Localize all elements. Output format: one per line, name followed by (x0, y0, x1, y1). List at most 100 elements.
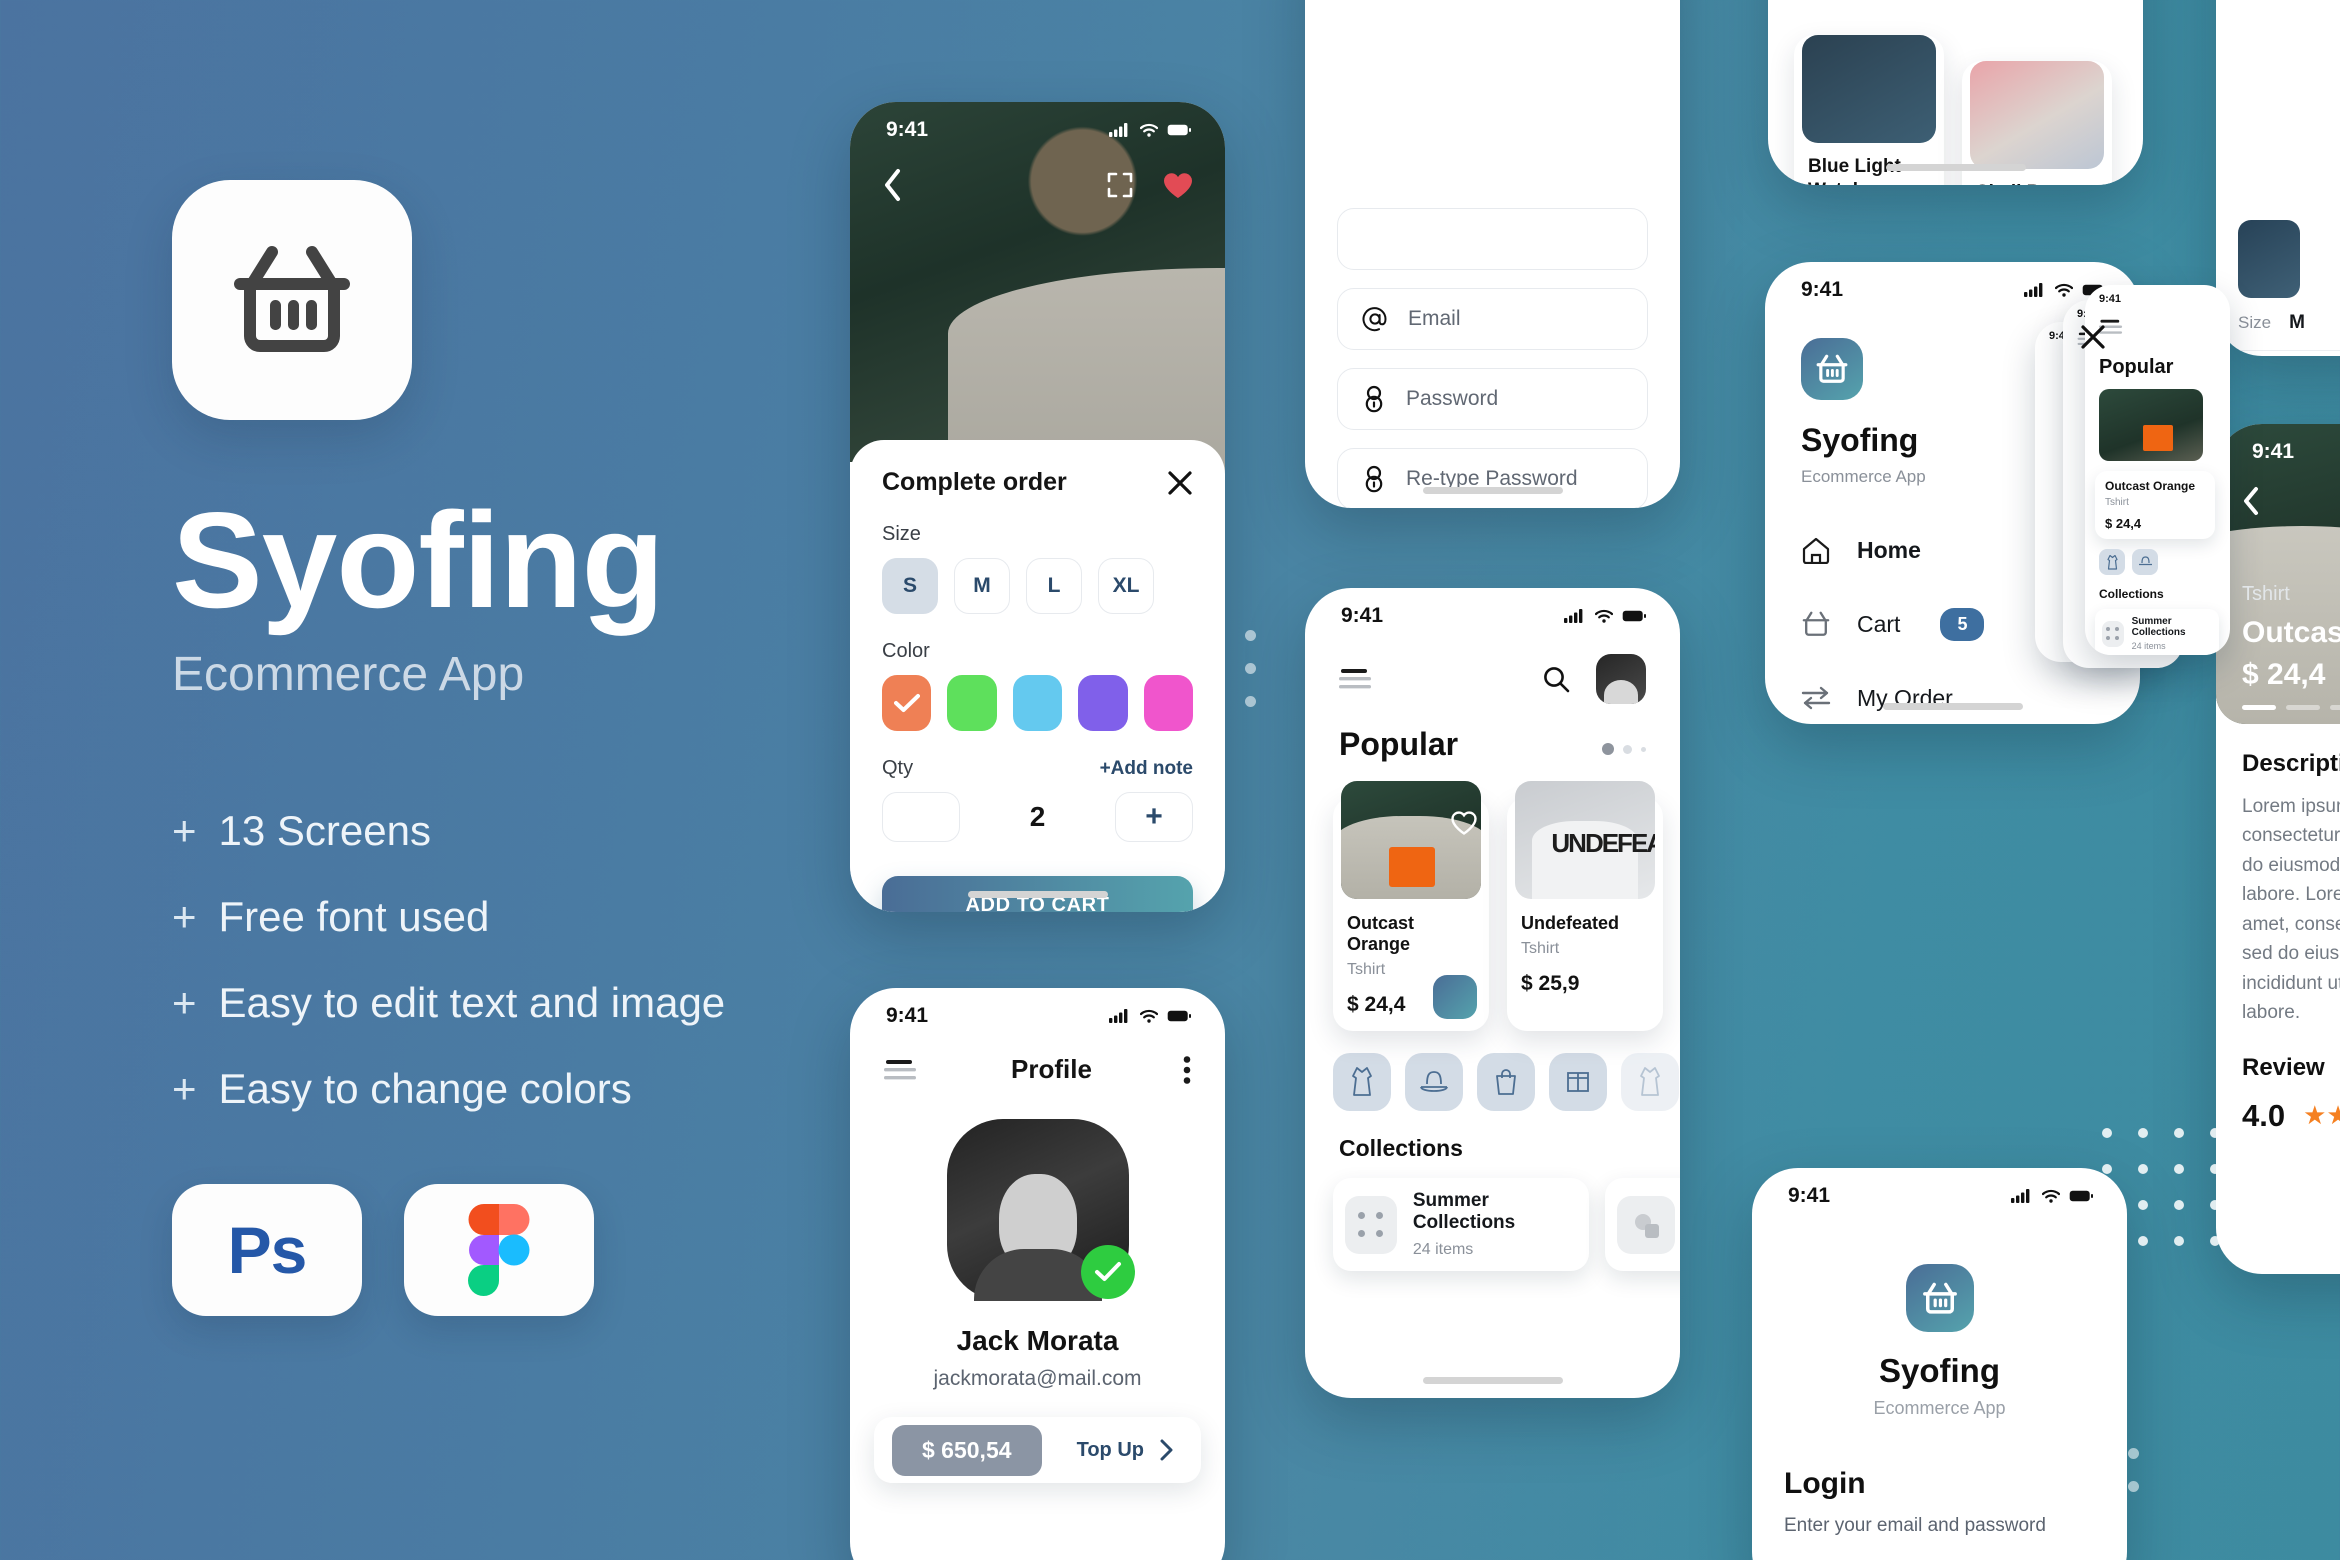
grid-dots-icon (2102, 620, 2124, 647)
pager-dot-1[interactable] (1602, 743, 1614, 755)
screen-home: 9:41 Popular Outcast Orange Tshirt $ 24,… (1305, 588, 1680, 1398)
product-card[interactable]: Outcast Orange Tshirt $ 24,4 plus-icon (1333, 781, 1489, 1031)
feature-text: 13 Screens (218, 807, 431, 855)
top-up-button[interactable]: Top Up (1077, 1439, 1183, 1462)
status-bar: 9:41 (2216, 424, 2340, 464)
add-to-cart-button[interactable]: plus-icon (1433, 975, 1477, 1019)
status-icons (1109, 123, 1191, 137)
status-bar: 9:41 (850, 102, 1225, 142)
order-item[interactable] (2216, 206, 2340, 298)
product-card[interactable]: Outcast Orange Tshirt $ 24,4 (2095, 471, 2215, 539)
size-option-xl[interactable]: XL (1098, 558, 1154, 614)
pager-bar-3[interactable] (2330, 705, 2340, 710)
category-shorts[interactable] (1549, 1053, 1607, 1111)
collection-name: Summer Collections (1412, 1190, 1516, 1233)
qty-increment-button[interactable]: + (1114, 792, 1193, 842)
dress-icon (1640, 1067, 1660, 1096)
status-icons (1564, 609, 1646, 623)
close-icon[interactable] (1167, 470, 1193, 496)
sidebar-item-my-order[interactable]: My Order (1765, 661, 2140, 724)
heart-filled-icon[interactable] (1163, 172, 1193, 199)
add-note-link[interactable]: +Add note (1100, 758, 1193, 780)
hamburger-icon[interactable] (1339, 668, 1375, 690)
more-vertical-icon[interactable] (1183, 1055, 1191, 1084)
color-swatch-green[interactable] (947, 675, 997, 731)
category-bag[interactable] (1477, 1053, 1535, 1111)
category-dress[interactable] (1333, 1053, 1391, 1111)
section-title: Popular (2099, 356, 2174, 378)
category-dress[interactable] (2099, 549, 2125, 575)
expand-icon[interactable] (1107, 172, 1133, 198)
lock-icon (1365, 385, 1383, 413)
category-hat[interactable] (1405, 1053, 1463, 1111)
qty-decrement-button[interactable] (882, 792, 960, 842)
product-category: Tshirt (1521, 940, 1560, 957)
product-card[interactable]: Blue Light Watch Accecories $ 56,2 (1794, 35, 1944, 185)
retype-password-field[interactable]: Re-type Password (1337, 448, 1648, 508)
status-icons (2011, 1189, 2093, 1203)
category-hat[interactable] (2132, 549, 2158, 575)
collections-title: Collections (1339, 1135, 1463, 1161)
category-dress-2[interactable] (1621, 1053, 1679, 1111)
product-card-row: Blue Light Watch Accecories $ 56,2 Skull… (1768, 35, 2143, 185)
collection-card[interactable]: Summer Collections 24 items (1333, 1178, 1589, 1271)
collection-count: 24 items (1412, 1241, 1474, 1258)
password-field[interactable]: Password (1337, 368, 1648, 430)
top-up-label: Top Up (1076, 1438, 1144, 1461)
size-option-s[interactable]: S (882, 558, 938, 614)
shorts-icon (1567, 1072, 1589, 1092)
carousel-pager[interactable] (2242, 705, 2340, 710)
chevron-left-icon[interactable] (882, 168, 904, 202)
pager-bar-1[interactable] (2242, 705, 2276, 710)
email-placeholder: Email (1408, 307, 1461, 330)
avatar (946, 1119, 1135, 1301)
description-title: Description (2242, 750, 2340, 777)
status-bar: 9:41 (1305, 588, 1680, 628)
status-time: 9:41 (2252, 440, 2295, 463)
category-chips (2099, 549, 2230, 575)
name-field[interactable] (1337, 208, 1648, 270)
product-name: Outcast Orange (1347, 913, 1415, 954)
collection-name: Summer Collections (2131, 616, 2186, 638)
search-icon[interactable] (1542, 665, 1570, 693)
wifi-icon (1595, 609, 1613, 623)
color-swatch-purple[interactable] (1078, 675, 1128, 731)
pager-dot-3[interactable] (1641, 746, 1646, 752)
collection-card[interactable] (1605, 1178, 1680, 1271)
status-time: 9:41 (2099, 293, 2122, 305)
product-card[interactable]: UNDEFEATED Undefeated Tshirt $ 25,9 (1507, 781, 1663, 1031)
carousel-pager[interactable] (1602, 743, 1646, 755)
hamburger-icon[interactable] (884, 1059, 920, 1081)
chevron-left-icon[interactable] (2242, 486, 2262, 516)
pager-dot-2[interactable] (1623, 744, 1632, 754)
collections-title: Collections (2099, 587, 2164, 601)
screen-popular-scroll: Blue Light Watch Accecories $ 56,2 Skull… (1768, 0, 2143, 185)
wifi-icon (2042, 1189, 2060, 1203)
color-swatch-blue[interactable] (1012, 675, 1063, 731)
product-hero-image (850, 102, 1225, 520)
pager-bar-2[interactable] (2286, 705, 2320, 710)
product-price: $ 24,4 (2105, 516, 2142, 531)
hat-icon (1420, 1071, 1448, 1092)
wallet-card: $ 650,54 Top Up (874, 1417, 1201, 1483)
poster-canvas: Syofing Ecommerce App + 13 Screens + Fre… (0, 0, 2340, 1560)
heart-outline-icon[interactable] (1451, 811, 1477, 835)
layers-icon (1617, 1195, 1675, 1254)
size-option-m[interactable]: M (954, 558, 1010, 614)
status-bar: 9:41 (850, 988, 1225, 1028)
cart-badge: 5 (1940, 607, 1985, 641)
decorative-side-dots (1245, 630, 1256, 707)
photoshop-logo: Ps (227, 1213, 308, 1288)
email-field[interactable]: Email (1337, 288, 1648, 350)
color-swatch-pink[interactable] (1143, 675, 1194, 731)
product-category: Tshirt (2242, 583, 2290, 605)
close-icon[interactable] (2080, 324, 2106, 350)
app-logo (1905, 1264, 1974, 1332)
status-time: 9:41 (886, 118, 929, 141)
size-option-l[interactable]: L (1026, 558, 1082, 614)
collection-card[interactable]: Summer Collections 24 items (2095, 609, 2219, 655)
description-body: Lorem ipsum dolor sit amet, consectetur … (2242, 796, 2340, 1024)
print-badge (2142, 425, 2173, 451)
color-swatch-orange[interactable] (882, 675, 932, 731)
avatar[interactable] (1596, 654, 1646, 704)
